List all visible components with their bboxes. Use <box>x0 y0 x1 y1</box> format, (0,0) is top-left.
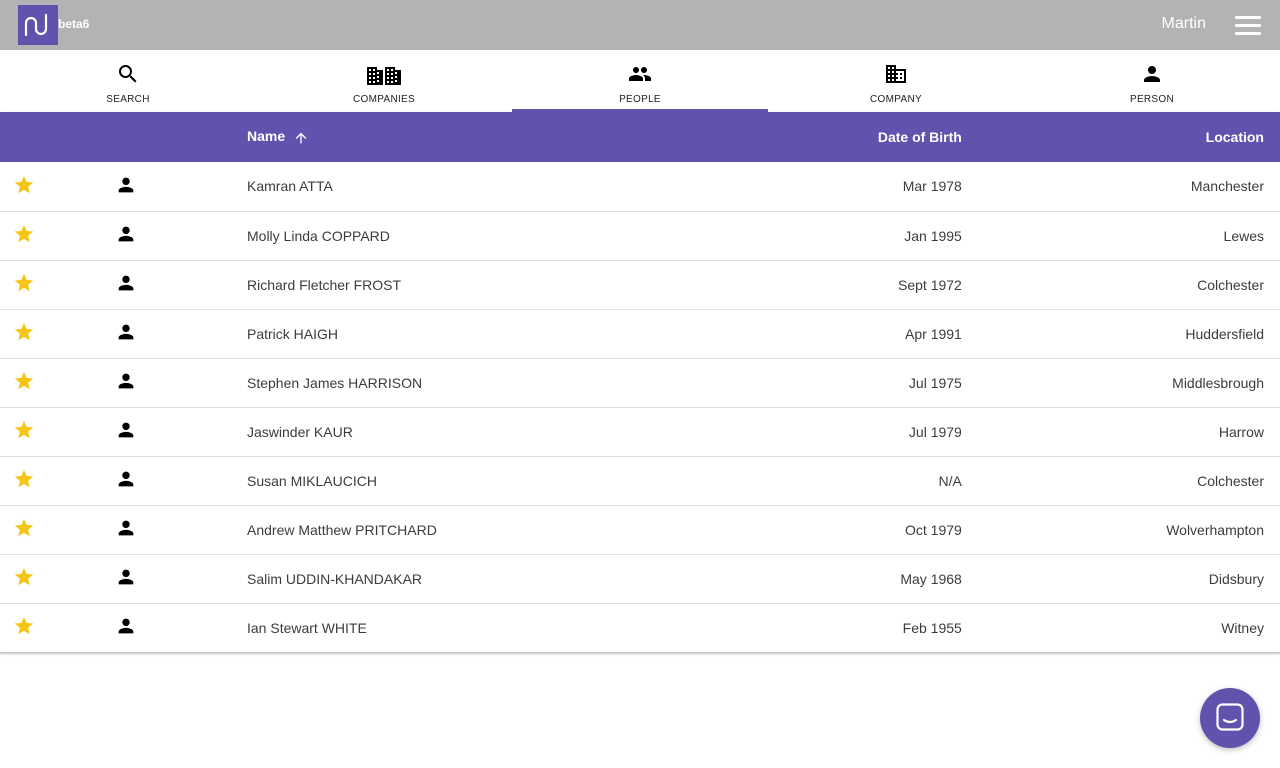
location: Witney <box>1221 619 1264 636</box>
table-row[interactable]: Patrick HAIGH Apr 1991 Huddersfield <box>0 309 1280 358</box>
date-of-birth: Jan 1995 <box>904 227 962 244</box>
tab-bar: SEARCH COMPANIES PEOPLE COMPANY PERSON <box>0 50 1280 112</box>
version-badge: beta6 <box>58 17 90 31</box>
location: Wolverhampton <box>1166 521 1264 538</box>
table-body: Kamran ATTA Mar 1978 Manchester Molly Linda… <box>0 162 1280 652</box>
date-of-birth: May 1968 <box>900 570 962 587</box>
companies-icon <box>367 67 401 85</box>
person-name[interactable]: Jaswinder KAUR <box>247 407 727 456</box>
user-name[interactable]: Martin <box>1162 15 1206 33</box>
person-name[interactable]: Andrew Matthew PRITCHARD <box>247 505 727 554</box>
table-row[interactable]: Molly Linda COPPARD Jan 1995 Lewes <box>0 211 1280 260</box>
date-of-birth: Mar 1978 <box>902 178 962 195</box>
person-icon <box>110 309 247 358</box>
person-name[interactable]: Molly Linda COPPARD <box>247 211 727 260</box>
date-of-birth: Oct 1979 <box>905 521 962 538</box>
app-header: beta6 Martin <box>0 0 1280 50</box>
favourite-star-icon[interactable] <box>0 505 110 554</box>
tab-label: COMPANY <box>870 94 922 105</box>
logo-icon <box>24 13 48 37</box>
person-name[interactable]: Kamran ATTA <box>247 162 727 211</box>
favourite-column-header <box>0 112 110 162</box>
date-of-birth: N/A <box>938 472 962 489</box>
location-column-header[interactable]: Location <box>962 112 1280 162</box>
favourite-star-icon[interactable] <box>0 554 110 603</box>
tab-company[interactable]: COMPANY <box>768 50 1024 112</box>
search-icon <box>119 65 137 83</box>
table-row[interactable]: Kamran ATTA Mar 1978 Manchester <box>0 162 1280 211</box>
favourite-star-icon[interactable] <box>0 162 110 211</box>
favourite-star-icon[interactable] <box>0 456 110 505</box>
tab-label: PERSON <box>1129 94 1175 105</box>
location: Huddersfield <box>1185 325 1264 342</box>
table-row[interactable]: Susan MIKLAUCICH N/A Colchester <box>0 456 1280 505</box>
tab-people[interactable]: PEOPLE <box>512 50 768 112</box>
chat-icon <box>1216 703 1244 731</box>
location: Harrow <box>1218 423 1264 440</box>
person-icon <box>110 162 247 211</box>
favourite-star-icon[interactable] <box>0 211 110 260</box>
person-name[interactable]: Richard Fletcher FROST <box>247 260 727 309</box>
table-row[interactable]: Richard Fletcher FROST Sept 1972 Colcheste… <box>0 260 1280 309</box>
date-of-birth: Jul 1975 <box>908 374 962 391</box>
location: Lewes <box>1223 227 1264 244</box>
person-icon <box>1144 66 1160 82</box>
table-header-row: Name Date of Birth Location <box>0 112 1280 162</box>
person-name[interactable]: Ian Stewart WHITE <box>247 603 727 652</box>
tab-person[interactable]: PERSON <box>1024 50 1280 112</box>
person-icon <box>110 211 247 260</box>
table-row[interactable]: Jaswinder KAUR Jul 1979 Harrow <box>0 407 1280 456</box>
person-name[interactable]: Susan MIKLAUCICH <box>247 456 727 505</box>
type-column-header <box>110 112 247 162</box>
date-of-birth: Apr 1991 <box>905 325 962 342</box>
person-name[interactable]: Patrick HAIGH <box>247 309 727 358</box>
hamburger-menu-icon[interactable] <box>1234 14 1262 36</box>
date-of-birth: Jul 1979 <box>908 423 962 440</box>
table-row[interactable]: Salim UDDIN-KHANDAKAR May 1968 Didsbury <box>0 554 1280 603</box>
location: Manchester <box>1190 178 1264 195</box>
person-icon <box>110 358 247 407</box>
person-name[interactable]: Salim UDDIN-KHANDAKAR <box>247 554 727 603</box>
tab-label: COMPANIES <box>353 94 415 105</box>
name-column-header[interactable]: Name <box>247 112 727 162</box>
person-name[interactable]: Stephen James HARRISON <box>247 358 727 407</box>
table-row[interactable]: Ian Stewart WHITE Feb 1955 Witney <box>0 603 1280 652</box>
tab-companies[interactable]: COMPANIES <box>256 50 512 112</box>
name-column-label: Name <box>247 128 286 145</box>
date-of-birth: Sept 1972 <box>898 276 962 293</box>
people-table: Name Date of Birth Location Kamran ATTA M… <box>0 112 1280 653</box>
person-icon <box>110 554 247 603</box>
people-icon <box>629 67 651 81</box>
favourite-star-icon[interactable] <box>0 603 110 652</box>
favourite-star-icon[interactable] <box>0 358 110 407</box>
person-icon <box>110 505 247 554</box>
person-icon <box>110 603 247 652</box>
location: Colchester <box>1197 276 1264 293</box>
tab-label: PEOPLE <box>619 94 661 105</box>
tab-label: SEARCH <box>106 94 150 105</box>
sort-ascending-icon[interactable] <box>293 130 309 146</box>
person-icon <box>110 260 247 309</box>
favourite-star-icon[interactable] <box>0 309 110 358</box>
chat-button[interactable] <box>1200 688 1260 748</box>
dob-column-header[interactable]: Date of Birth <box>727 112 962 162</box>
location: Colchester <box>1197 472 1264 489</box>
company-icon <box>886 65 906 83</box>
person-icon <box>110 456 247 505</box>
favourite-star-icon[interactable] <box>0 260 110 309</box>
date-of-birth: Feb 1955 <box>902 619 962 636</box>
tab-search[interactable]: SEARCH <box>0 50 256 112</box>
app-logo[interactable] <box>18 5 58 45</box>
person-icon <box>110 407 247 456</box>
table-row[interactable]: Andrew Matthew PRITCHARD Oct 1979 Wolverha… <box>0 505 1280 554</box>
location: Didsbury <box>1208 570 1264 587</box>
table-row[interactable]: Stephen James HARRISON Jul 1975 Middlesbro… <box>0 358 1280 407</box>
location: Middlesbrough <box>1172 374 1264 391</box>
favourite-star-icon[interactable] <box>0 407 110 456</box>
